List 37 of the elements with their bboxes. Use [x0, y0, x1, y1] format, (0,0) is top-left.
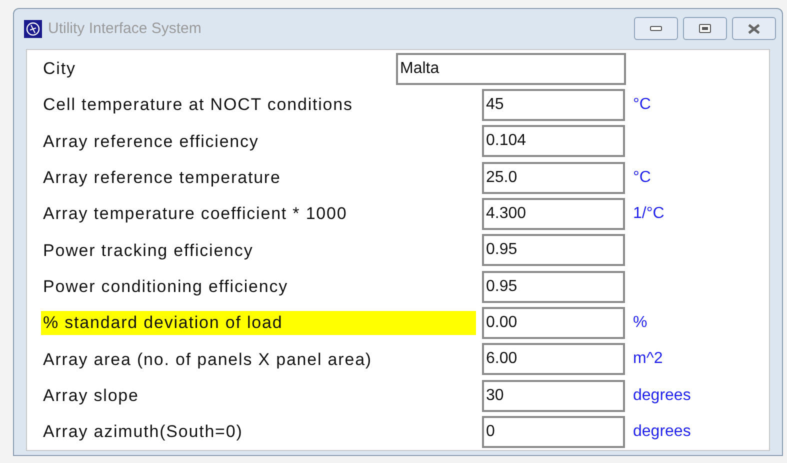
text-field[interactable]: 0.104: [482, 125, 625, 158]
text-field[interactable]: Malta: [396, 52, 626, 85]
text-field[interactable]: 0.95: [482, 270, 625, 303]
text-field[interactable]: 45: [482, 89, 625, 122]
maximize-icon: [699, 24, 711, 34]
unit-label: 1/°C: [633, 204, 664, 224]
text-field[interactable]: 6.00: [482, 343, 625, 376]
field-label: Array reference efficiency: [42, 130, 260, 153]
field-label: % standard deviation of load: [41, 310, 476, 335]
text-field[interactable]: 4.300: [482, 198, 625, 230]
unit-label: degrees: [633, 386, 691, 406]
close-icon: [747, 24, 761, 34]
close-button[interactable]: [732, 17, 776, 40]
field-label: Array slope: [42, 384, 140, 407]
text-field[interactable]: 0.95: [482, 234, 625, 266]
text-field[interactable]: 0.00: [482, 306, 625, 339]
field-label: Array area (no. of panels X panel area): [42, 348, 373, 370]
field-label: City: [42, 58, 77, 80]
field-label: Power conditioning efficiency: [42, 276, 290, 298]
field-label: Array temperature coefficient * 1000: [42, 203, 348, 226]
text-field[interactable]: 25.0: [482, 162, 625, 194]
unit-label: m^2: [633, 349, 663, 370]
unit-label: °C: [633, 168, 651, 188]
minimize-button[interactable]: [634, 17, 678, 40]
text-field[interactable]: 30: [482, 380, 625, 412]
unit-label: degrees: [633, 422, 691, 442]
maximize-button[interactable]: [683, 17, 727, 40]
unit-label: °C: [633, 95, 651, 116]
window-title: Utility Interface System: [48, 18, 202, 39]
text-field[interactable]: 0: [482, 416, 625, 448]
field-label: Array reference temperature: [42, 167, 282, 190]
app-icon: [24, 20, 42, 38]
field-label: Array azimuth(South=0): [42, 421, 244, 444]
field-label: Cell temperature at NOCT conditions: [42, 94, 354, 116]
field-label: Power tracking efficiency: [42, 240, 254, 262]
minimize-icon: [650, 26, 662, 32]
unit-label: %: [633, 312, 648, 333]
